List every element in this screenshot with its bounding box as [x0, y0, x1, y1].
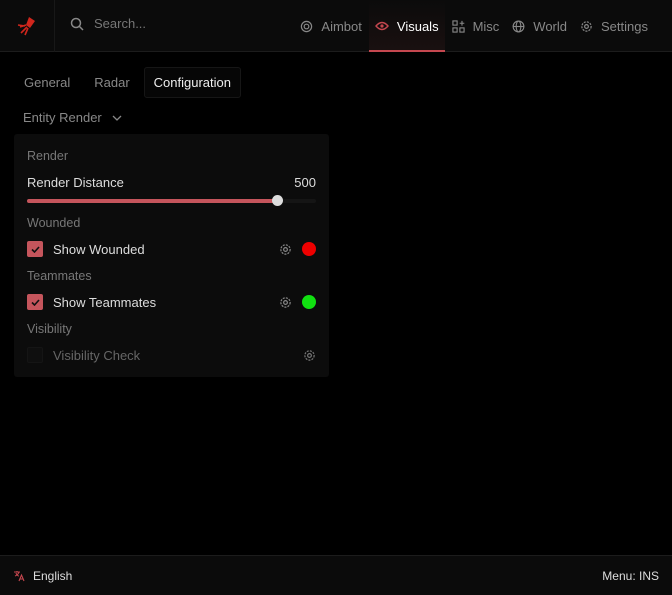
- visibility-check-checkbox[interactable]: [27, 347, 43, 363]
- section-visibility: Visibility: [27, 322, 72, 336]
- show-teammates-row: Show Teammates: [27, 293, 316, 311]
- check-icon: [30, 245, 40, 253]
- show-wounded-row: Show Wounded: [27, 240, 316, 258]
- search-placeholder: Search...: [94, 16, 147, 31]
- grid-icon: [451, 19, 465, 33]
- tab-radar[interactable]: Radar: [84, 67, 139, 98]
- nav-aimbot[interactable]: Aimbot: [294, 0, 367, 52]
- render-distance-slider[interactable]: [27, 195, 316, 206]
- visibility-check-row: Visibility Check: [27, 346, 316, 364]
- show-wounded-label: Show Wounded: [53, 241, 145, 257]
- tab-configuration[interactable]: Configuration: [143, 67, 241, 98]
- target-icon: [301, 20, 313, 32]
- nav-label: World: [533, 18, 568, 34]
- section-teammates: Teammates: [27, 269, 92, 283]
- entity-dropdown[interactable]: Entity Render: [23, 110, 122, 125]
- visibility-check-label: Visibility Check: [53, 347, 141, 363]
- dropdown-value: Entity Render: [23, 110, 102, 125]
- nav-label: Settings: [601, 18, 648, 34]
- slider-thumb[interactable]: [271, 195, 283, 206]
- config-panel: Render Render Distance 500 Wounded Show …: [14, 134, 329, 377]
- main-nav: Aimbot Visuals Misc World Settings: [293, 0, 654, 52]
- gear-icon[interactable]: [279, 296, 292, 309]
- tab-general[interactable]: General: [14, 67, 80, 98]
- nav-settings[interactable]: Settings: [574, 0, 654, 52]
- search-input[interactable]: Search...: [70, 16, 146, 31]
- nav-label: Visuals: [396, 18, 439, 34]
- show-wounded-checkbox[interactable]: [27, 241, 43, 257]
- nav-label: Aimbot: [321, 18, 362, 34]
- language-icon: [14, 570, 25, 581]
- sub-tabs: General Radar Configuration: [14, 67, 241, 98]
- wounded-color-swatch[interactable]: [302, 242, 316, 256]
- language-label[interactable]: English: [33, 569, 602, 583]
- slider-fill: [27, 199, 277, 203]
- gear-icon[interactable]: [279, 243, 292, 256]
- nav-label: Misc: [472, 18, 500, 34]
- render-distance-label: Render Distance: [27, 174, 124, 190]
- gear-icon[interactable]: [303, 349, 316, 362]
- squid-logo-icon: [17, 17, 35, 36]
- nav-visuals[interactable]: Visuals: [368, 0, 445, 52]
- search-icon: [70, 17, 84, 31]
- logo: [0, 0, 55, 52]
- globe-icon: [512, 20, 525, 32]
- show-teammates-checkbox[interactable]: [27, 294, 43, 310]
- show-teammates-label: Show Teammates: [53, 294, 157, 310]
- section-render: Render: [27, 149, 68, 163]
- section-wounded: Wounded: [27, 216, 81, 230]
- nav-world[interactable]: World: [506, 0, 573, 52]
- render-distance-value: 500: [294, 174, 316, 190]
- eye-icon: [374, 21, 389, 31]
- menu-key-label: Menu: INS: [602, 568, 659, 583]
- nav-misc[interactable]: Misc: [446, 0, 506, 52]
- chevron-down-icon: [112, 115, 122, 121]
- check-icon: [30, 298, 40, 306]
- render-distance-row: Render Distance 500: [27, 173, 316, 191]
- teammates-color-swatch[interactable]: [302, 295, 316, 309]
- footer: English Menu: INS: [0, 555, 672, 595]
- gear-icon: [581, 20, 592, 32]
- top-bar: Search... Aimbot Visuals Misc World Sett…: [0, 0, 672, 52]
